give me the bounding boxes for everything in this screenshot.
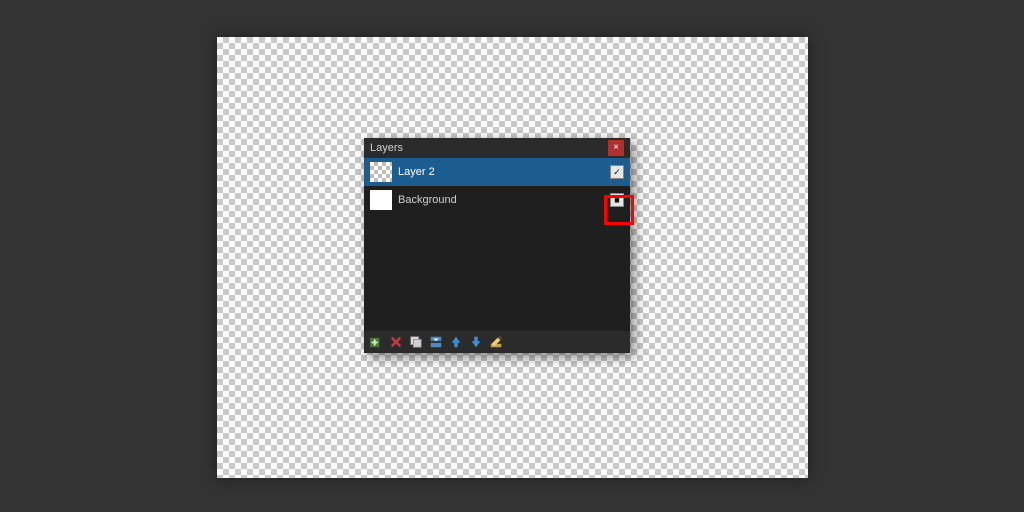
layers-titlebar[interactable]: Layers ×	[364, 138, 630, 158]
move-up-icon[interactable]	[448, 334, 464, 350]
layers-toolbar	[364, 331, 630, 353]
delete-layer-icon[interactable]	[388, 334, 404, 350]
add-layer-icon[interactable]	[368, 334, 384, 350]
move-down-icon[interactable]	[468, 334, 484, 350]
layer-thumbnail[interactable]	[370, 190, 392, 210]
layers-panel: Layers × Layer 2 ✓ Background ■	[364, 138, 630, 353]
close-icon[interactable]: ×	[608, 140, 624, 156]
layers-title: Layers	[370, 142, 608, 154]
visibility-checkbox[interactable]: ✓	[610, 165, 624, 179]
layer-row[interactable]: Background ■	[364, 186, 630, 214]
layer-row[interactable]: Layer 2 ✓	[364, 158, 630, 186]
merge-down-icon[interactable]	[428, 334, 444, 350]
visibility-checkbox[interactable]: ■	[610, 193, 624, 207]
layer-name-label: Layer 2	[398, 166, 604, 178]
layer-name-label: Background	[398, 194, 604, 206]
layers-list: Layer 2 ✓ Background ■	[364, 158, 630, 331]
duplicate-layer-icon[interactable]	[408, 334, 424, 350]
properties-icon[interactable]	[488, 334, 504, 350]
layer-thumbnail[interactable]	[370, 162, 392, 182]
